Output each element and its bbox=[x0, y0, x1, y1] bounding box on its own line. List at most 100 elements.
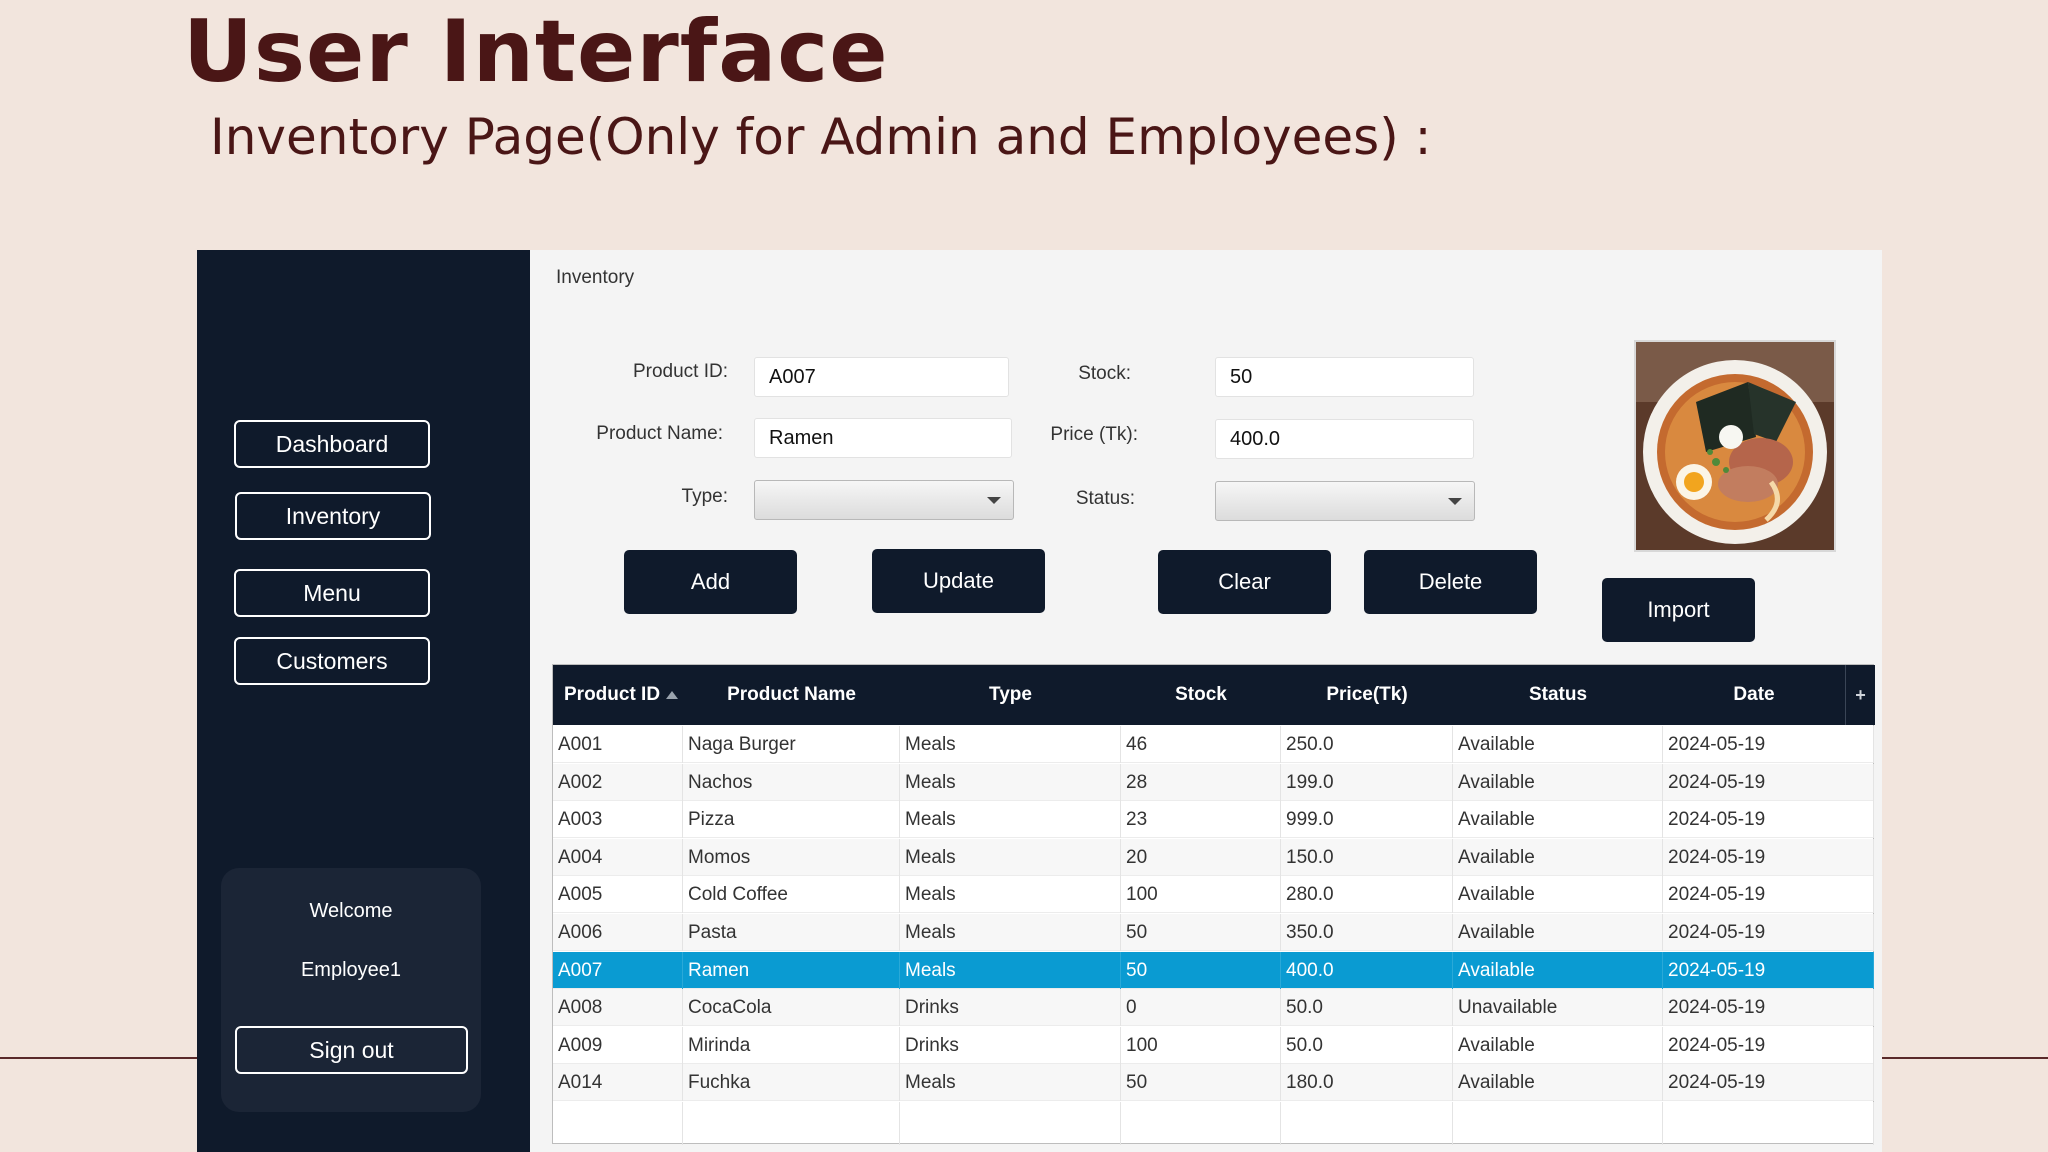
import-button[interactable]: Import bbox=[1602, 578, 1755, 642]
product-name-label: Product Name: bbox=[596, 423, 723, 444]
product-id-cell: A009 bbox=[553, 1026, 683, 1064]
sort-ascending-icon bbox=[666, 691, 679, 699]
ramen-bowl-image bbox=[1636, 342, 1834, 550]
status-cell: Available bbox=[1453, 726, 1663, 763]
price-cell: 50.0 bbox=[1281, 1026, 1453, 1064]
status-cell: Available bbox=[1453, 838, 1663, 876]
stock-cell: 100 bbox=[1121, 1026, 1281, 1064]
sidebar-item-customers[interactable]: Customers bbox=[234, 637, 430, 685]
col-header-type[interactable]: Type bbox=[900, 665, 1121, 725]
date-cell: 2024-05-19 bbox=[1663, 914, 1874, 951]
type-cell: Meals bbox=[900, 914, 1121, 951]
status-select[interactable] bbox=[1215, 481, 1475, 521]
table-header: Product ID Product Name Type Stock Price… bbox=[553, 665, 1845, 725]
stock-cell: 46 bbox=[1121, 726, 1281, 763]
sidebar-item-dashboard[interactable]: Dashboard bbox=[234, 420, 430, 468]
date-cell: 2024-05-19 bbox=[1663, 838, 1874, 876]
status-cell: Unavailable bbox=[1453, 989, 1663, 1027]
sidebar-item-inventory[interactable]: Inventory bbox=[235, 492, 431, 540]
col-header-product-name[interactable]: Product Name bbox=[683, 665, 900, 725]
type-cell: Meals bbox=[900, 801, 1121, 839]
status-label: Status: bbox=[1075, 488, 1135, 509]
product-name-cell: Naga Burger bbox=[683, 726, 900, 763]
inventory-table: Product ID Product Name Type Stock Price… bbox=[552, 664, 1875, 1145]
status-cell: Available bbox=[1453, 951, 1663, 989]
product-id-cell: A014 bbox=[553, 1064, 683, 1102]
product-name-cell: Nachos bbox=[683, 763, 900, 801]
table-row[interactable]: A014 Fuchka Meals 50 180.0 Available 2024-05-1… bbox=[553, 1064, 1874, 1102]
divider-left bbox=[0, 1057, 197, 1059]
slide-title: User Interface bbox=[183, 2, 889, 102]
type-cell: Meals bbox=[900, 763, 1121, 801]
type-cell: Meals bbox=[900, 838, 1121, 876]
price-input[interactable] bbox=[1215, 419, 1474, 459]
product-name-cell: Fuchka bbox=[683, 1064, 900, 1102]
price-cell: 199.0 bbox=[1281, 763, 1453, 801]
date-cell: 2024-05-19 bbox=[1663, 763, 1874, 801]
stock-cell: 20 bbox=[1121, 838, 1281, 876]
product-id-cell: A007 bbox=[553, 951, 683, 989]
stock-cell: 23 bbox=[1121, 801, 1281, 839]
col-header-date[interactable]: Date bbox=[1663, 665, 1845, 725]
col-header-price[interactable]: Price(Tk) bbox=[1281, 665, 1453, 725]
update-button[interactable]: Update bbox=[872, 549, 1045, 613]
chevron-down-icon bbox=[1448, 498, 1462, 505]
status-cell: Available bbox=[1453, 1026, 1663, 1064]
date-cell: 2024-05-19 bbox=[1663, 876, 1874, 914]
product-name-cell: Momos bbox=[683, 838, 900, 876]
signout-button[interactable]: Sign out bbox=[235, 1026, 468, 1074]
stock-input[interactable] bbox=[1215, 357, 1474, 397]
product-id-cell: A006 bbox=[553, 914, 683, 951]
type-cell: Drinks bbox=[900, 1026, 1121, 1064]
stock-cell: 0 bbox=[1121, 989, 1281, 1027]
product-name-cell: Pizza bbox=[683, 801, 900, 839]
stock-label: Stock: bbox=[1078, 363, 1131, 384]
status-cell: Available bbox=[1453, 801, 1663, 839]
divider-right bbox=[1882, 1057, 2048, 1059]
product-id-cell: A005 bbox=[553, 876, 683, 914]
price-cell: 400.0 bbox=[1281, 951, 1453, 989]
product-id-cell: A008 bbox=[553, 989, 683, 1027]
product-name-cell: Ramen bbox=[683, 951, 900, 989]
table-row[interactable]: A005 Cold Coffee Meals 100 280.0 Available 202… bbox=[553, 876, 1874, 914]
date-cell: 2024-05-19 bbox=[1663, 801, 1874, 839]
table-empty-area bbox=[553, 1102, 1874, 1145]
sidebar-item-menu[interactable]: Menu bbox=[234, 569, 430, 617]
type-cell: Meals bbox=[900, 726, 1121, 763]
table-row[interactable]: A002 Nachos Meals 28 199.0 Available 2024-05-1… bbox=[553, 763, 1874, 801]
type-cell: Meals bbox=[900, 876, 1121, 914]
col-header-stock[interactable]: Stock bbox=[1121, 665, 1281, 725]
welcome-text: Welcome bbox=[309, 900, 393, 922]
delete-button[interactable]: Delete bbox=[1364, 550, 1537, 614]
product-id-label: Product ID: bbox=[632, 361, 728, 382]
col-header-status[interactable]: Status bbox=[1453, 665, 1663, 725]
status-cell: Available bbox=[1453, 914, 1663, 951]
date-cell: 2024-05-19 bbox=[1663, 726, 1874, 763]
product-image bbox=[1634, 340, 1836, 552]
status-cell: Available bbox=[1453, 763, 1663, 801]
table-row[interactable]: A008 CocaCola Drinks 0 50.0 Unavailable 2024-0… bbox=[553, 989, 1874, 1027]
main-content: Inventory Product ID: Product Name: Type… bbox=[530, 250, 1882, 1152]
stock-cell: 28 bbox=[1121, 763, 1281, 801]
col-header-product-id[interactable]: Product ID bbox=[553, 665, 683, 725]
table-row[interactable]: A001 Naga Burger Meals 46 250.0 Available 2024… bbox=[553, 726, 1874, 763]
table-row[interactable]: A006 Pasta Meals 50 350.0 Available 2024-05-19 bbox=[553, 914, 1874, 951]
price-cell: 999.0 bbox=[1281, 801, 1453, 839]
add-column-icon[interactable]: + bbox=[1845, 665, 1875, 725]
clear-button[interactable]: Clear bbox=[1158, 550, 1331, 614]
table-row[interactable]: A003 Pizza Meals 23 999.0 Available 2024-05-19 bbox=[553, 801, 1874, 839]
product-name-cell: Cold Coffee bbox=[683, 876, 900, 914]
table-row[interactable]: A009 Mirinda Drinks 100 50.0 Available 2024-05… bbox=[553, 1026, 1874, 1064]
table-row[interactable]: A007 Ramen Meals 50 400.0 Available 2024-05-19 bbox=[553, 951, 1874, 989]
add-button[interactable]: Add bbox=[624, 550, 797, 614]
user-panel: Welcome Employee1 Sign out bbox=[221, 868, 481, 1112]
stock-cell: 100 bbox=[1121, 876, 1281, 914]
table-row[interactable]: A004 Momos Meals 20 150.0 Available 2024-05-19 bbox=[553, 838, 1874, 876]
product-name-cell: Mirinda bbox=[683, 1026, 900, 1064]
price-cell: 150.0 bbox=[1281, 838, 1453, 876]
price-label: Price (Tk): bbox=[1050, 424, 1138, 445]
date-cell: 2024-05-19 bbox=[1663, 951, 1874, 989]
price-cell: 350.0 bbox=[1281, 914, 1453, 951]
stock-cell: 50 bbox=[1121, 1064, 1281, 1102]
status-cell: Available bbox=[1453, 876, 1663, 914]
